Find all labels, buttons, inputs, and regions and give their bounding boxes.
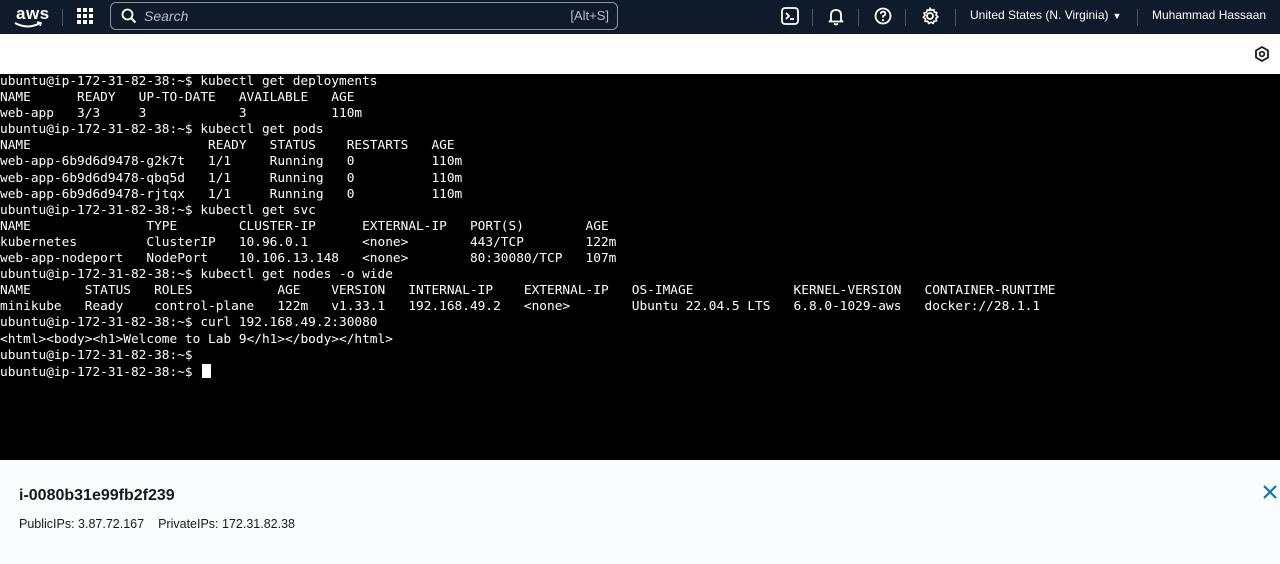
terminal-line: minikube Ready control-plane 122m v1.33.… [0, 299, 1041, 315]
top-navigation-bar: aws Search [Alt+S] United States (N. Vir… [0, 0, 1280, 34]
terminal-output: ubuntu@ip-172-31-82-38:~$ kubectl get de… [0, 74, 1056, 380]
search-placeholder: Search [144, 8, 189, 24]
nav-divider [955, 9, 956, 26]
terminal-line: web-app 3/3 3 3 110m [0, 106, 363, 122]
terminal-line: ubuntu@ip-172-31-82-38:~$ kubectl get de… [0, 74, 378, 89]
bell-icon[interactable] [826, 6, 846, 26]
nav-divider [858, 9, 859, 26]
instance-ips: PublicIPs: 3.87.72.167 PrivateIPs: 172.31… [19, 517, 309, 531]
nav-divider [812, 9, 813, 26]
terminal-cursor [202, 363, 212, 378]
terminal-line: web-app-6b9d6d9478-rjtqx 1/1 Running 0 1… [0, 186, 463, 202]
nav-divider [905, 9, 906, 26]
user-name: Muhammad Hassaan [1152, 8, 1267, 22]
terminal-line: <html><body><h1>Welcome to Lab 9</h1></b… [0, 331, 393, 347]
aws-logo[interactable]: aws [12, 3, 52, 31]
settings-icon[interactable] [1254, 46, 1270, 62]
terminal-prompt: ubuntu@ip-172-31-82-38:~$ [0, 364, 201, 380]
cloudshell-icon[interactable] [780, 6, 800, 26]
terminal-line: NAME READY STATUS RESTARTS AGE [0, 138, 455, 154]
region-label: United States (N. Virginia) [970, 8, 1109, 22]
private-ips: PrivateIPs: 172.31.82.38 [158, 517, 295, 531]
apps-grid-icon[interactable] [76, 7, 94, 25]
terminal-line: NAME READY UP-TO-DATE AVAILABLE AGE [0, 90, 355, 106]
terminal-line: ubuntu@ip-172-31-82-38:~$ curl 192.168.4… [0, 315, 378, 331]
terminal-line: web-app-nodeport NodePort 10.106.13.148 … [0, 251, 617, 267]
instance-id: i-0080b31e99fb2f239 [19, 487, 175, 504]
terminal-line: kubernetes ClusterIP 10.96.0.1 <none> 44… [0, 234, 617, 250]
search-icon [121, 8, 137, 24]
session-toolbar [0, 34, 1280, 74]
nav-divider [1137, 9, 1138, 26]
search-input[interactable]: Search [Alt+S] [110, 2, 618, 30]
account-menu[interactable]: Muhammad Hassaan [1152, 8, 1266, 22]
search-shortcut-hint: [Alt+S] [570, 8, 609, 23]
gear-icon[interactable] [920, 6, 940, 26]
close-icon[interactable] [1261, 483, 1279, 501]
caret-down-icon: ▼ [1112, 11, 1122, 21]
terminal-line: NAME TYPE CLUSTER-IP EXTERNAL-IP PORT(S)… [0, 218, 609, 234]
terminal-line: NAME STATUS ROLES AGE VERSION INTERNAL-I… [0, 283, 1056, 299]
terminal-line: web-app-6b9d6d9478-qbq5d 1/1 Running 0 1… [0, 170, 463, 186]
terminal-line: ubuntu@ip-172-31-82-38:~$ kubectl get po… [0, 122, 324, 138]
terminal-line: ubuntu@ip-172-31-82-38:~$ kubectl get sv… [0, 202, 316, 218]
help-icon[interactable] [873, 6, 893, 26]
region-selector[interactable]: United States (N. Virginia) ▼ [970, 8, 1121, 22]
terminal-prompt-line[interactable]: ubuntu@ip-172-31-82-38:~$ [0, 363, 1056, 380]
terminal-line: ubuntu@ip-172-31-82-38:~$ kubectl get no… [0, 267, 393, 283]
terminal-session[interactable]: ubuntu@ip-172-31-82-38:~$ kubectl get de… [0, 74, 1280, 460]
nav-divider [62, 9, 63, 26]
terminal-line: web-app-6b9d6d9478-g2k7t 1/1 Running 0 1… [0, 154, 463, 170]
aws-smile-icon [14, 21, 43, 28]
public-ips: PublicIPs: 3.87.72.167 [19, 517, 145, 531]
terminal-line: ubuntu@ip-172-31-82-38:~$ [0, 347, 193, 363]
instance-info-panel: i-0080b31e99fb2f239 PublicIPs: 3.87.72.1… [0, 460, 1280, 564]
